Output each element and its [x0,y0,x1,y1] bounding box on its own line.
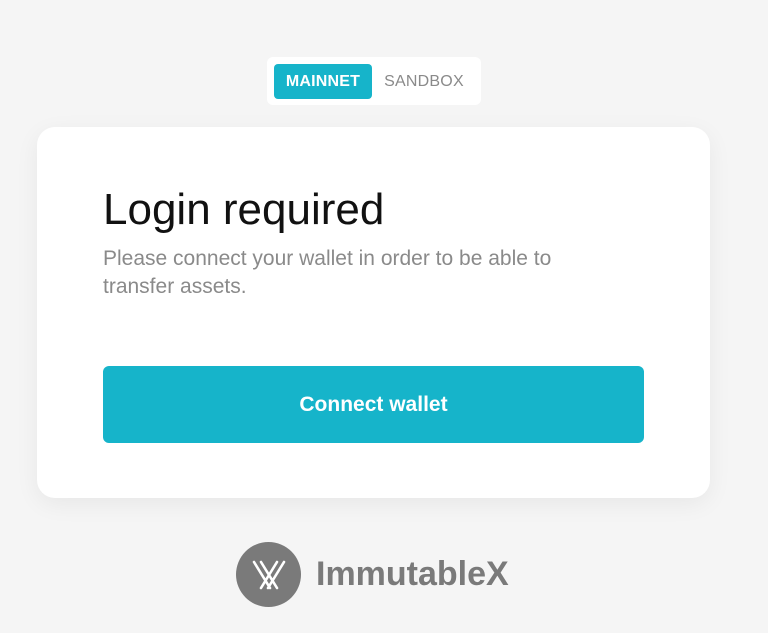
connect-wallet-button[interactable]: Connect wallet [103,366,644,443]
brand-name: ImmutableX [316,555,509,593]
network-option-mainnet[interactable]: MAINNET [274,64,372,99]
x-logo-glyph [252,560,285,589]
brand-footer: ImmutableX [236,542,509,607]
network-option-sandbox[interactable]: SANDBOX [376,64,472,99]
login-subtitle: Please connect your wallet in order to b… [103,247,552,298]
immutablex-x-icon [236,542,301,607]
login-title: Login required [103,185,385,234]
login-card: Login required Please connect your walle… [37,127,710,498]
network-toggle: MAINNET SANDBOX [267,57,481,105]
